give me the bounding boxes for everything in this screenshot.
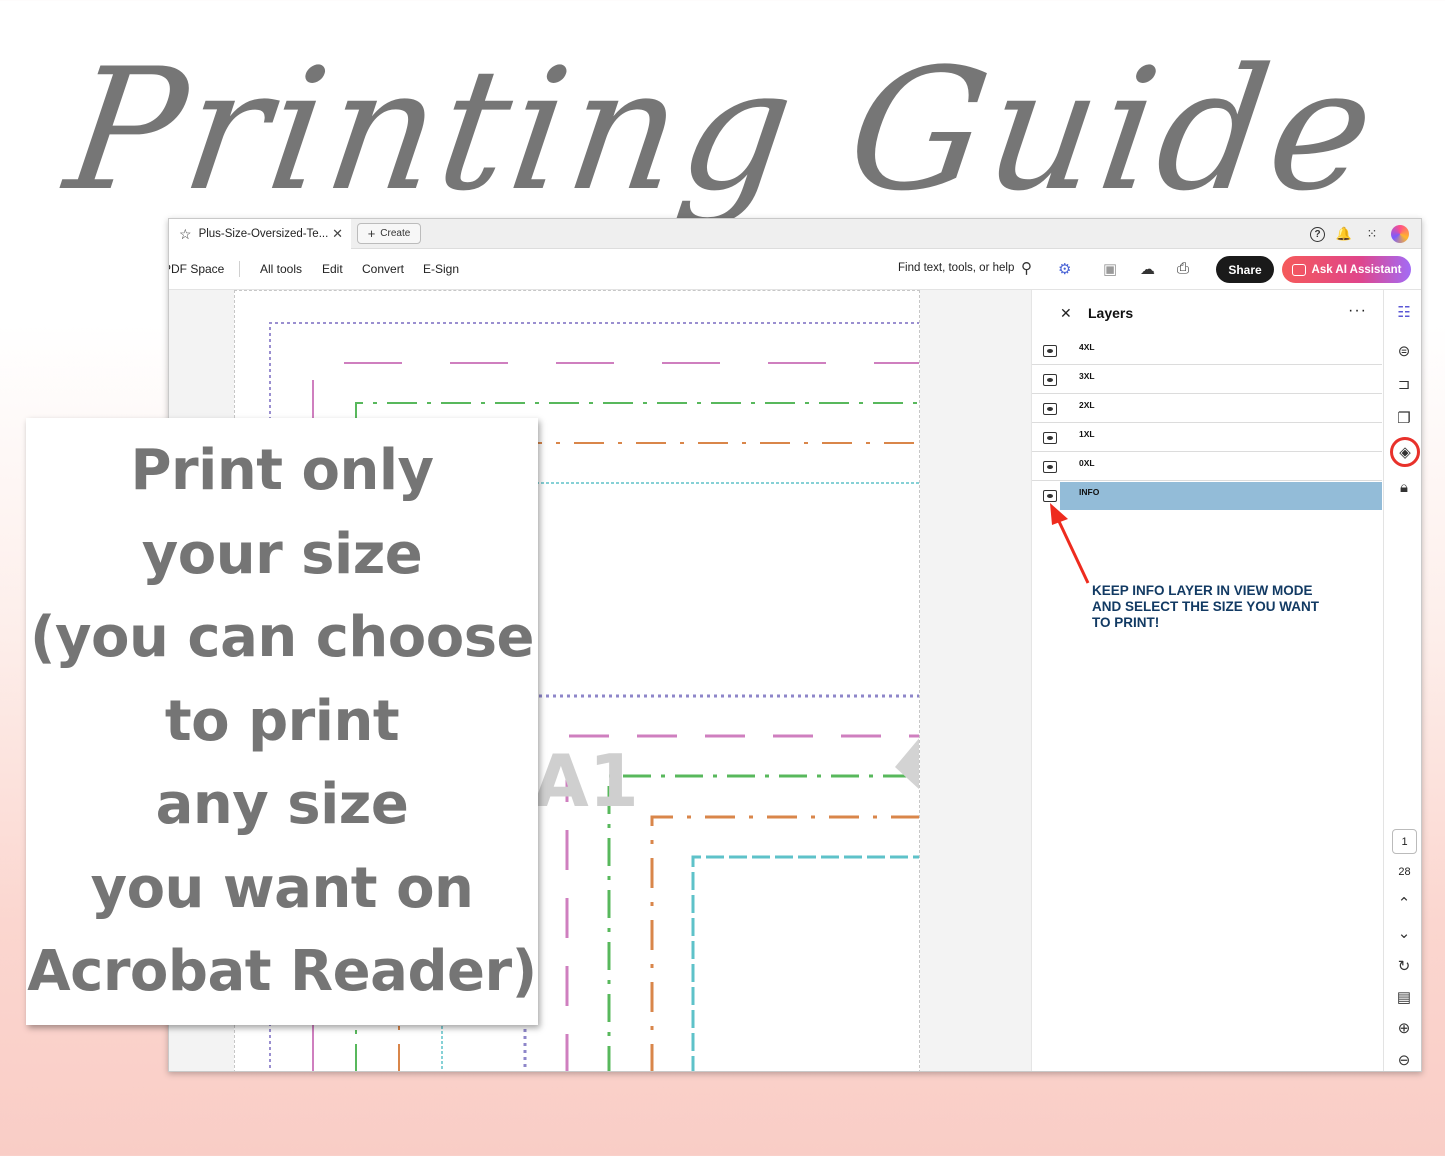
total-pages: 28 [1398,866,1411,878]
close-tab-icon[interactable]: ✕ [332,226,343,242]
ai-tools-icon[interactable]: ⚙ [1058,260,1071,278]
share-button[interactable]: Share [1216,256,1274,283]
instruction-note: KEEP INFO LAYER IN VIEW MODE AND SELECT … [1092,583,1352,631]
document-tab-title: Plus-Size-Oversized-Te... [198,228,329,240]
menu-e-sign[interactable]: E-Sign [423,262,459,276]
layers-panel-title: Layers [1088,305,1134,321]
layers-panel: ✕ Layers ··· 4XL 3XL 2XL 1XL 0XL INFO KE… [1031,290,1383,1071]
selected-highlight [1060,482,1382,510]
layer-row-1xl[interactable]: 1XL [1032,423,1382,452]
card-line: any size [155,772,409,838]
eye-icon[interactable] [1043,374,1057,386]
menu-edit[interactable]: Edit [322,262,343,276]
close-panel-icon[interactable]: ✕ [1060,305,1072,322]
eye-icon[interactable] [1043,432,1057,444]
card-line: Acrobat Reader) [27,939,537,1005]
menu-bar: PDF Space All tools Edit Convert E-Sign … [169,249,1421,290]
card-line: Print only [130,438,434,504]
print-icon[interactable]: ⎙ [1177,260,1189,277]
layer-name: 0XL [1079,458,1095,468]
menu-all-tools[interactable]: All tools [260,262,302,276]
current-page-input[interactable]: 1 [1392,829,1417,854]
pages-icon[interactable]: ❐ [1394,408,1414,428]
comment-icon[interactable]: ⊜ [1394,341,1414,361]
card-line: you want on [90,855,474,921]
adobe-cloud-icon[interactable] [1391,225,1409,243]
arrow-icon [1050,503,1090,584]
right-toolbar: ☷ ⊜ ⊐ ❐ ◈ 🔒︎ 1 28 ⌃ ⌄ ↻ ▤ ⊕ ⊖ [1383,290,1421,1071]
instruction-line: KEEP INFO LAYER IN VIEW MODE [1092,583,1313,598]
ask-ai-assistant-button[interactable]: Ask AI Assistant [1282,256,1411,283]
fit-page-icon[interactable]: ▤ [1394,987,1414,1007]
rotate-icon[interactable]: ↻ [1394,956,1414,976]
bell-icon[interactable]: 🔔 [1335,225,1353,243]
chevron-down-icon[interactable]: ⌄ [1394,923,1414,943]
bookmark-icon[interactable]: ⊐ [1394,374,1414,394]
create-button[interactable]: + Create [357,223,421,244]
zoom-out-icon[interactable]: ⊖ [1394,1050,1414,1070]
ai-summary-icon[interactable]: ☷ [1394,302,1414,322]
headline-title: Printing Guide [56,32,1389,228]
plus-icon: + [367,226,376,241]
ai-assistant-icon [1291,263,1306,276]
layer-name: 4XL [1079,342,1095,352]
apps-grid-icon[interactable]: ⁙ [1363,225,1381,243]
find-tools-input[interactable]: Find text, tools, or help [898,262,1014,274]
ask-ai-assistant-label: Ask AI Assistant [1311,263,1402,276]
layer-name: 3XL [1079,371,1095,381]
eye-icon[interactable] [1043,345,1057,357]
menu-divider [239,261,240,277]
tab-bar: ☆ Plus-Size-Oversized-Te... ✕ + Create ?… [169,219,1421,249]
layer-name: INFO [1079,487,1100,497]
layer-row-2xl[interactable]: 2XL [1032,394,1382,423]
layer-row-3xl[interactable]: 3XL [1032,365,1382,394]
card-line: (you can choose [29,605,535,671]
layer-name: 2XL [1079,400,1095,410]
star-icon[interactable]: ☆ [179,226,192,243]
menu-convert[interactable]: Convert [362,262,404,276]
search-icon[interactable]: ⚲ [1021,259,1032,277]
document-tab[interactable]: ☆ Plus-Size-Oversized-Te... ✕ [169,219,351,249]
lock-icon[interactable]: 🔒︎ [1394,477,1414,497]
upload-cloud-icon[interactable]: ☁ [1140,260,1155,278]
layers-icon[interactable]: ◈ [1390,437,1420,467]
instruction-card: Print only your size (you can choose to … [26,418,538,1025]
instruction-line: TO PRINT! [1092,615,1160,630]
save-icon[interactable]: ▣ [1103,260,1117,278]
create-button-label: Create [380,228,411,239]
instruction-line: AND SELECT THE SIZE YOU WANT [1092,599,1320,614]
help-icon[interactable]: ? [1310,227,1325,242]
layer-row-0xl[interactable]: 0XL [1032,452,1382,481]
page-mark: A1 [533,739,639,823]
card-line: your size [141,521,423,587]
zoom-in-icon[interactable]: ⊕ [1394,1018,1414,1038]
chevron-up-icon[interactable]: ⌃ [1394,893,1414,913]
card-line: to print [164,688,400,754]
layer-name: 1XL [1079,429,1095,439]
menu-pdf-space[interactable]: PDF Space [169,262,224,276]
layer-row-4xl[interactable]: 4XL [1032,336,1382,365]
eye-icon[interactable] [1043,403,1057,415]
more-options-icon[interactable]: ··· [1348,302,1367,320]
eye-icon[interactable] [1043,461,1057,473]
